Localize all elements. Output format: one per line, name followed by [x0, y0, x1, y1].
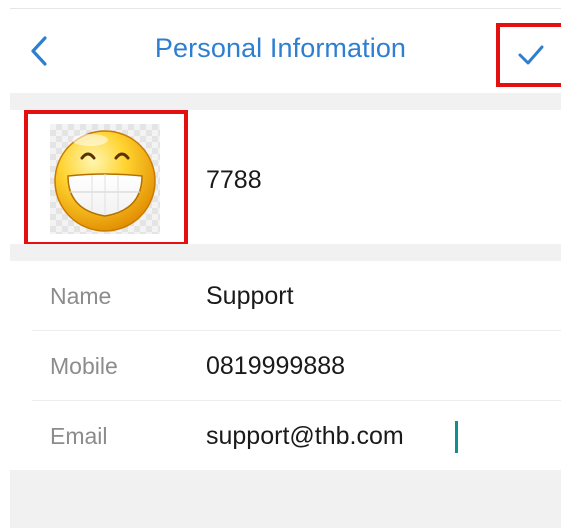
profile-section: 7788	[10, 110, 561, 246]
section-divider	[10, 244, 561, 261]
name-label: Name	[50, 283, 112, 309]
info-list: Name Support Mobile 0819999888 Email	[10, 261, 561, 470]
mobile-value: 0819999888	[206, 352, 346, 380]
email-row: Email	[32, 401, 561, 470]
grinning-smiley-icon	[54, 130, 156, 232]
empty-area	[10, 470, 561, 528]
mobile-row[interactable]: Mobile 0819999888	[32, 331, 561, 401]
page-title: Personal Information	[154, 33, 407, 63]
profile-id: 7788	[206, 166, 262, 194]
text-cursor	[455, 421, 458, 453]
name-row[interactable]: Name Support	[32, 261, 561, 331]
email-field[interactable]	[206, 419, 546, 453]
avatar-button[interactable]	[24, 110, 188, 246]
header-bar: Personal Information	[0, 9, 561, 93]
name-value: Support	[206, 282, 294, 310]
personal-information-screen: Personal Information 7788 Name Support M…	[0, 0, 561, 528]
checkmark-icon	[518, 45, 543, 65]
email-label: Email	[50, 423, 108, 449]
confirm-button[interactable]	[496, 23, 561, 87]
section-divider	[10, 93, 561, 110]
mobile-label: Mobile	[50, 353, 118, 379]
